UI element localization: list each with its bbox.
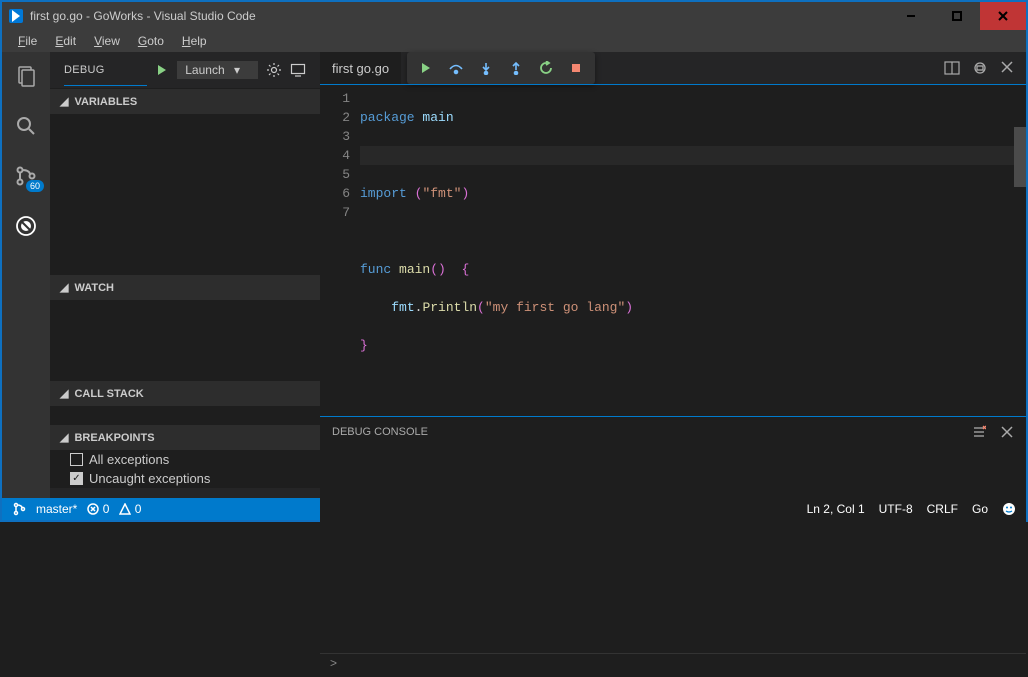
close-button[interactable]: [980, 2, 1026, 30]
watch-header[interactable]: ◢ WATCH: [50, 275, 320, 300]
scm-badge: 60: [26, 180, 44, 192]
callstack-header[interactable]: ◢ CALL STACK: [50, 381, 320, 406]
console-input[interactable]: >: [320, 653, 1026, 677]
sidebar-title: DEBUG: [64, 64, 147, 76]
menu-goto[interactable]: Goto: [130, 32, 172, 50]
scm-icon[interactable]: 60: [12, 162, 40, 190]
chevron-down-icon: ▾: [234, 63, 240, 77]
callstack-body: [50, 406, 320, 424]
variables-body: [50, 114, 320, 274]
menu-view[interactable]: View: [86, 32, 128, 50]
console-icon[interactable]: [290, 62, 306, 78]
stop-button[interactable]: [561, 54, 591, 82]
menu-edit[interactable]: Edit: [47, 32, 84, 50]
variables-header[interactable]: ◢ VARIABLES: [50, 89, 320, 114]
chevron-down-icon: ◢: [60, 281, 68, 294]
chevron-down-icon: ◢: [60, 431, 68, 444]
minimize-button[interactable]: [888, 2, 934, 30]
menu-help[interactable]: Help: [174, 32, 215, 50]
step-into-button[interactable]: [471, 54, 501, 82]
status-encoding[interactable]: UTF-8: [879, 502, 913, 516]
window-title: first go.go - GoWorks - Visual Studio Co…: [30, 9, 256, 23]
checkbox-unchecked-icon[interactable]: [70, 453, 83, 466]
search-icon[interactable]: [12, 112, 40, 140]
debug-console-panel: DEBUG CONSOLE >: [320, 416, 1026, 677]
explorer-icon[interactable]: [12, 62, 40, 90]
breakpoints-body: All exceptions ✓ Uncaught exceptions: [50, 450, 320, 488]
menubar: File Edit View Goto Help: [2, 30, 1026, 52]
code-area[interactable]: package main import ("fmt") func main() …: [360, 85, 1026, 416]
status-branch[interactable]: master*: [36, 502, 77, 516]
editor-tabs: first go.go: [320, 52, 1026, 84]
app-logo-icon: [8, 8, 24, 24]
status-warnings[interactable]: 0: [119, 502, 141, 516]
titlebar: first go.go - GoWorks - Visual Studio Co…: [2, 2, 1026, 30]
continue-button[interactable]: [411, 54, 441, 82]
step-out-button[interactable]: [501, 54, 531, 82]
restart-button[interactable]: [531, 54, 561, 82]
debug-sidebar: DEBUG Launch ▾ ◢ VARIABLES: [50, 52, 320, 498]
editor-body[interactable]: 1 2 3 4 5 6 7 package main import ("fmt"…: [320, 84, 1026, 416]
bp-uncaught-exceptions[interactable]: ✓ Uncaught exceptions: [50, 469, 320, 488]
more-icon[interactable]: [972, 60, 988, 76]
debug-icon[interactable]: [12, 212, 40, 240]
overview-ruler[interactable]: [1014, 85, 1026, 416]
status-lncol[interactable]: Ln 2, Col 1: [807, 502, 865, 516]
clear-console-icon[interactable]: [972, 425, 986, 439]
close-editor-icon[interactable]: [1000, 60, 1014, 76]
panel-title: DEBUG CONSOLE: [332, 426, 428, 438]
breakpoints-header[interactable]: ◢ BREAKPOINTS: [50, 425, 320, 450]
debug-toolbar: [407, 52, 595, 84]
git-branch-icon[interactable]: [12, 502, 26, 516]
checkbox-checked-icon[interactable]: ✓: [70, 472, 83, 485]
launch-config-select[interactable]: Launch ▾: [177, 61, 258, 79]
activitybar: 60: [2, 52, 50, 498]
editor-region: first go.go 1 2 3 4 5 6: [320, 52, 1026, 498]
close-panel-icon[interactable]: [1000, 425, 1014, 439]
editor-tab[interactable]: first go.go: [320, 52, 401, 84]
chevron-down-icon: ◢: [60, 95, 68, 108]
status-lang[interactable]: Go: [972, 502, 988, 516]
gutter: 1 2 3 4 5 6 7: [320, 85, 360, 416]
step-over-button[interactable]: [441, 54, 471, 82]
status-errors[interactable]: 0: [87, 502, 109, 516]
chevron-down-icon: ◢: [60, 387, 68, 400]
bp-all-exceptions[interactable]: All exceptions: [50, 450, 320, 469]
split-editor-icon[interactable]: [944, 60, 960, 76]
feedback-icon[interactable]: [1002, 502, 1016, 516]
gear-icon[interactable]: [266, 62, 282, 78]
watch-body: [50, 300, 320, 380]
maximize-button[interactable]: [934, 2, 980, 30]
window-controls: [888, 2, 1026, 30]
status-eol[interactable]: CRLF: [927, 502, 958, 516]
console-output[interactable]: [320, 443, 1026, 653]
start-debug-button[interactable]: [155, 63, 169, 77]
menu-file[interactable]: File: [10, 32, 45, 50]
